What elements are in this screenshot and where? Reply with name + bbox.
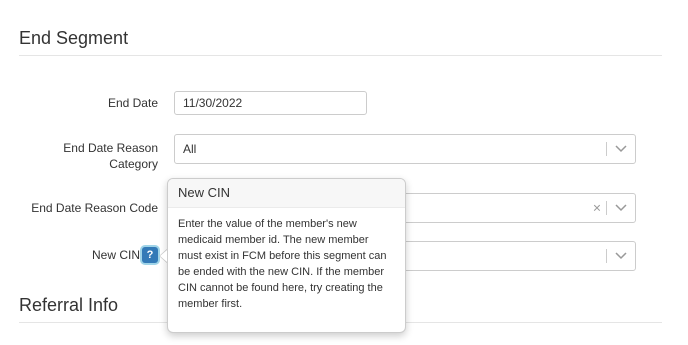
- separator: [606, 249, 607, 263]
- chevron-down-icon[interactable]: [615, 249, 627, 263]
- label-line: Category: [109, 157, 158, 171]
- separator: [606, 142, 607, 156]
- chevron-down-icon[interactable]: [615, 142, 627, 156]
- end-date-input[interactable]: 11/30/2022: [174, 91, 367, 115]
- end-date-reason-category-select[interactable]: All: [174, 134, 636, 164]
- label-line: End Date Reason: [63, 141, 158, 155]
- popover-arrow-inner: [160, 250, 167, 262]
- select-value: All: [183, 142, 197, 156]
- end-date-reason-code-label: End Date Reason Code: [31, 201, 158, 215]
- chevron-down-icon[interactable]: [615, 201, 627, 215]
- new-cin-label: New CIN: [91, 248, 140, 262]
- popover-title: New CIN: [168, 179, 405, 208]
- section-title-end-segment: End Segment: [19, 28, 129, 48]
- help-popover: New CIN Enter the value of the member's …: [167, 178, 406, 333]
- section-title-referral-info: Referral Info: [19, 295, 119, 315]
- end-date-label: End Date: [107, 96, 158, 110]
- end-date-reason-category-label: End Date Reason Category: [20, 140, 158, 172]
- separator: [606, 201, 607, 215]
- divider: [19, 55, 662, 56]
- help-icon[interactable]: ?: [142, 247, 158, 263]
- popover-content: Enter the value of the member's new medi…: [178, 218, 387, 310]
- clear-icon[interactable]: ×: [593, 200, 601, 216]
